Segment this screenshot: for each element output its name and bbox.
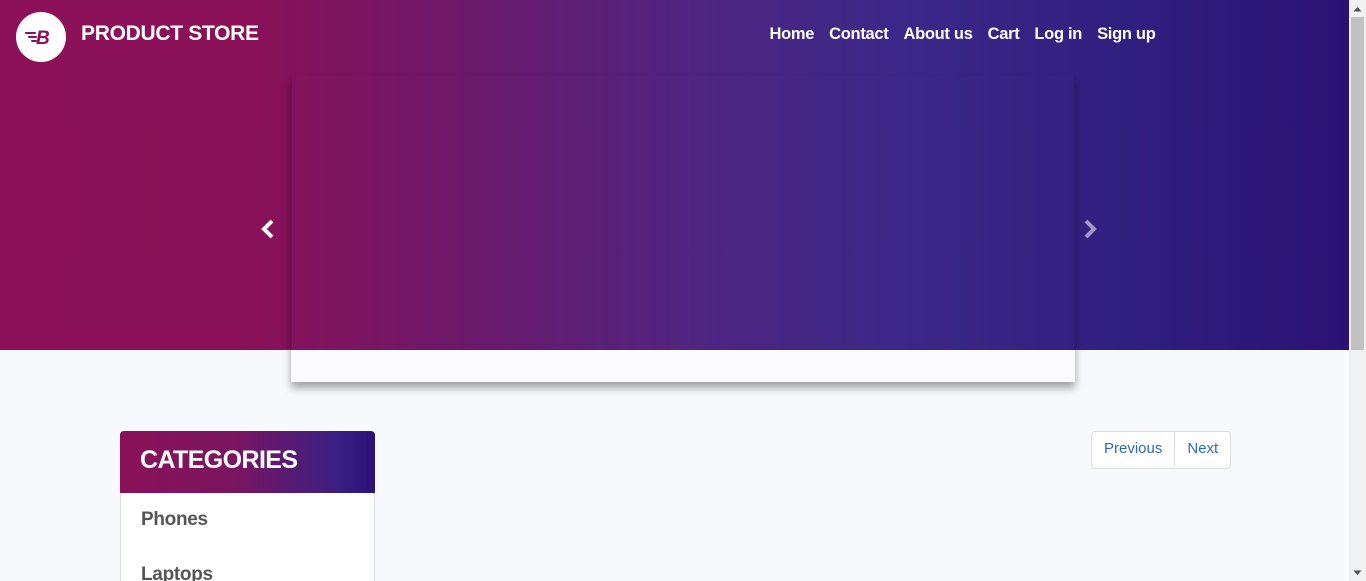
carousel-indicator-area [291, 350, 1075, 382]
svg-text:B: B [36, 28, 50, 48]
category-item-phones[interactable]: Phones [120, 493, 375, 549]
pagination: Previous Next [1091, 431, 1232, 469]
nav-home-link[interactable]: Home [762, 25, 822, 44]
scroll-down-arrow-icon[interactable] [1349, 564, 1366, 581]
carousel-next-button[interactable] [1080, 218, 1102, 240]
categories-title: CATEGORIES [140, 446, 298, 474]
categories-header[interactable]: CATEGORIES [120, 431, 375, 493]
nav-contact-link[interactable]: Contact [822, 25, 896, 44]
brand-b-logo-icon: B [25, 28, 50, 48]
nav-about-link[interactable]: About us [896, 25, 980, 44]
carousel-slide[interactable] [291, 76, 1075, 350]
categories-panel: CATEGORIES Phones Laptops [120, 431, 375, 581]
previous-page-button[interactable]: Previous [1092, 432, 1175, 466]
brand-name[interactable]: PRODUCT STORE [81, 22, 259, 46]
brand-logo-icon[interactable]: B [16, 12, 66, 62]
product-store-page: B PRODUCT STORE Home Contact About us Ca… [0, 0, 1366, 581]
vertical-scrollbar[interactable] [1349, 0, 1366, 581]
category-label: Laptops [141, 564, 213, 581]
scroll-up-arrow-icon[interactable] [1349, 0, 1366, 17]
nav-menu: Home Contact About us Cart Log in Sign u… [762, 25, 1163, 44]
chevron-right-icon [1084, 219, 1097, 239]
next-page-button[interactable]: Next [1174, 432, 1231, 466]
nav-cart-link[interactable]: Cart [980, 25, 1027, 44]
navbar: B PRODUCT STORE Home Contact About us Ca… [0, 0, 1349, 74]
product-carousel [291, 76, 1075, 382]
category-item-laptops[interactable]: Laptops [120, 548, 375, 581]
scrollbar-thumb[interactable] [1351, 17, 1364, 350]
chevron-left-icon [261, 219, 274, 239]
category-label: Phones [141, 509, 208, 530]
nav-signup-link[interactable]: Sign up [1090, 25, 1163, 44]
carousel-prev-button[interactable] [258, 218, 280, 240]
nav-login-link[interactable]: Log in [1027, 25, 1090, 44]
